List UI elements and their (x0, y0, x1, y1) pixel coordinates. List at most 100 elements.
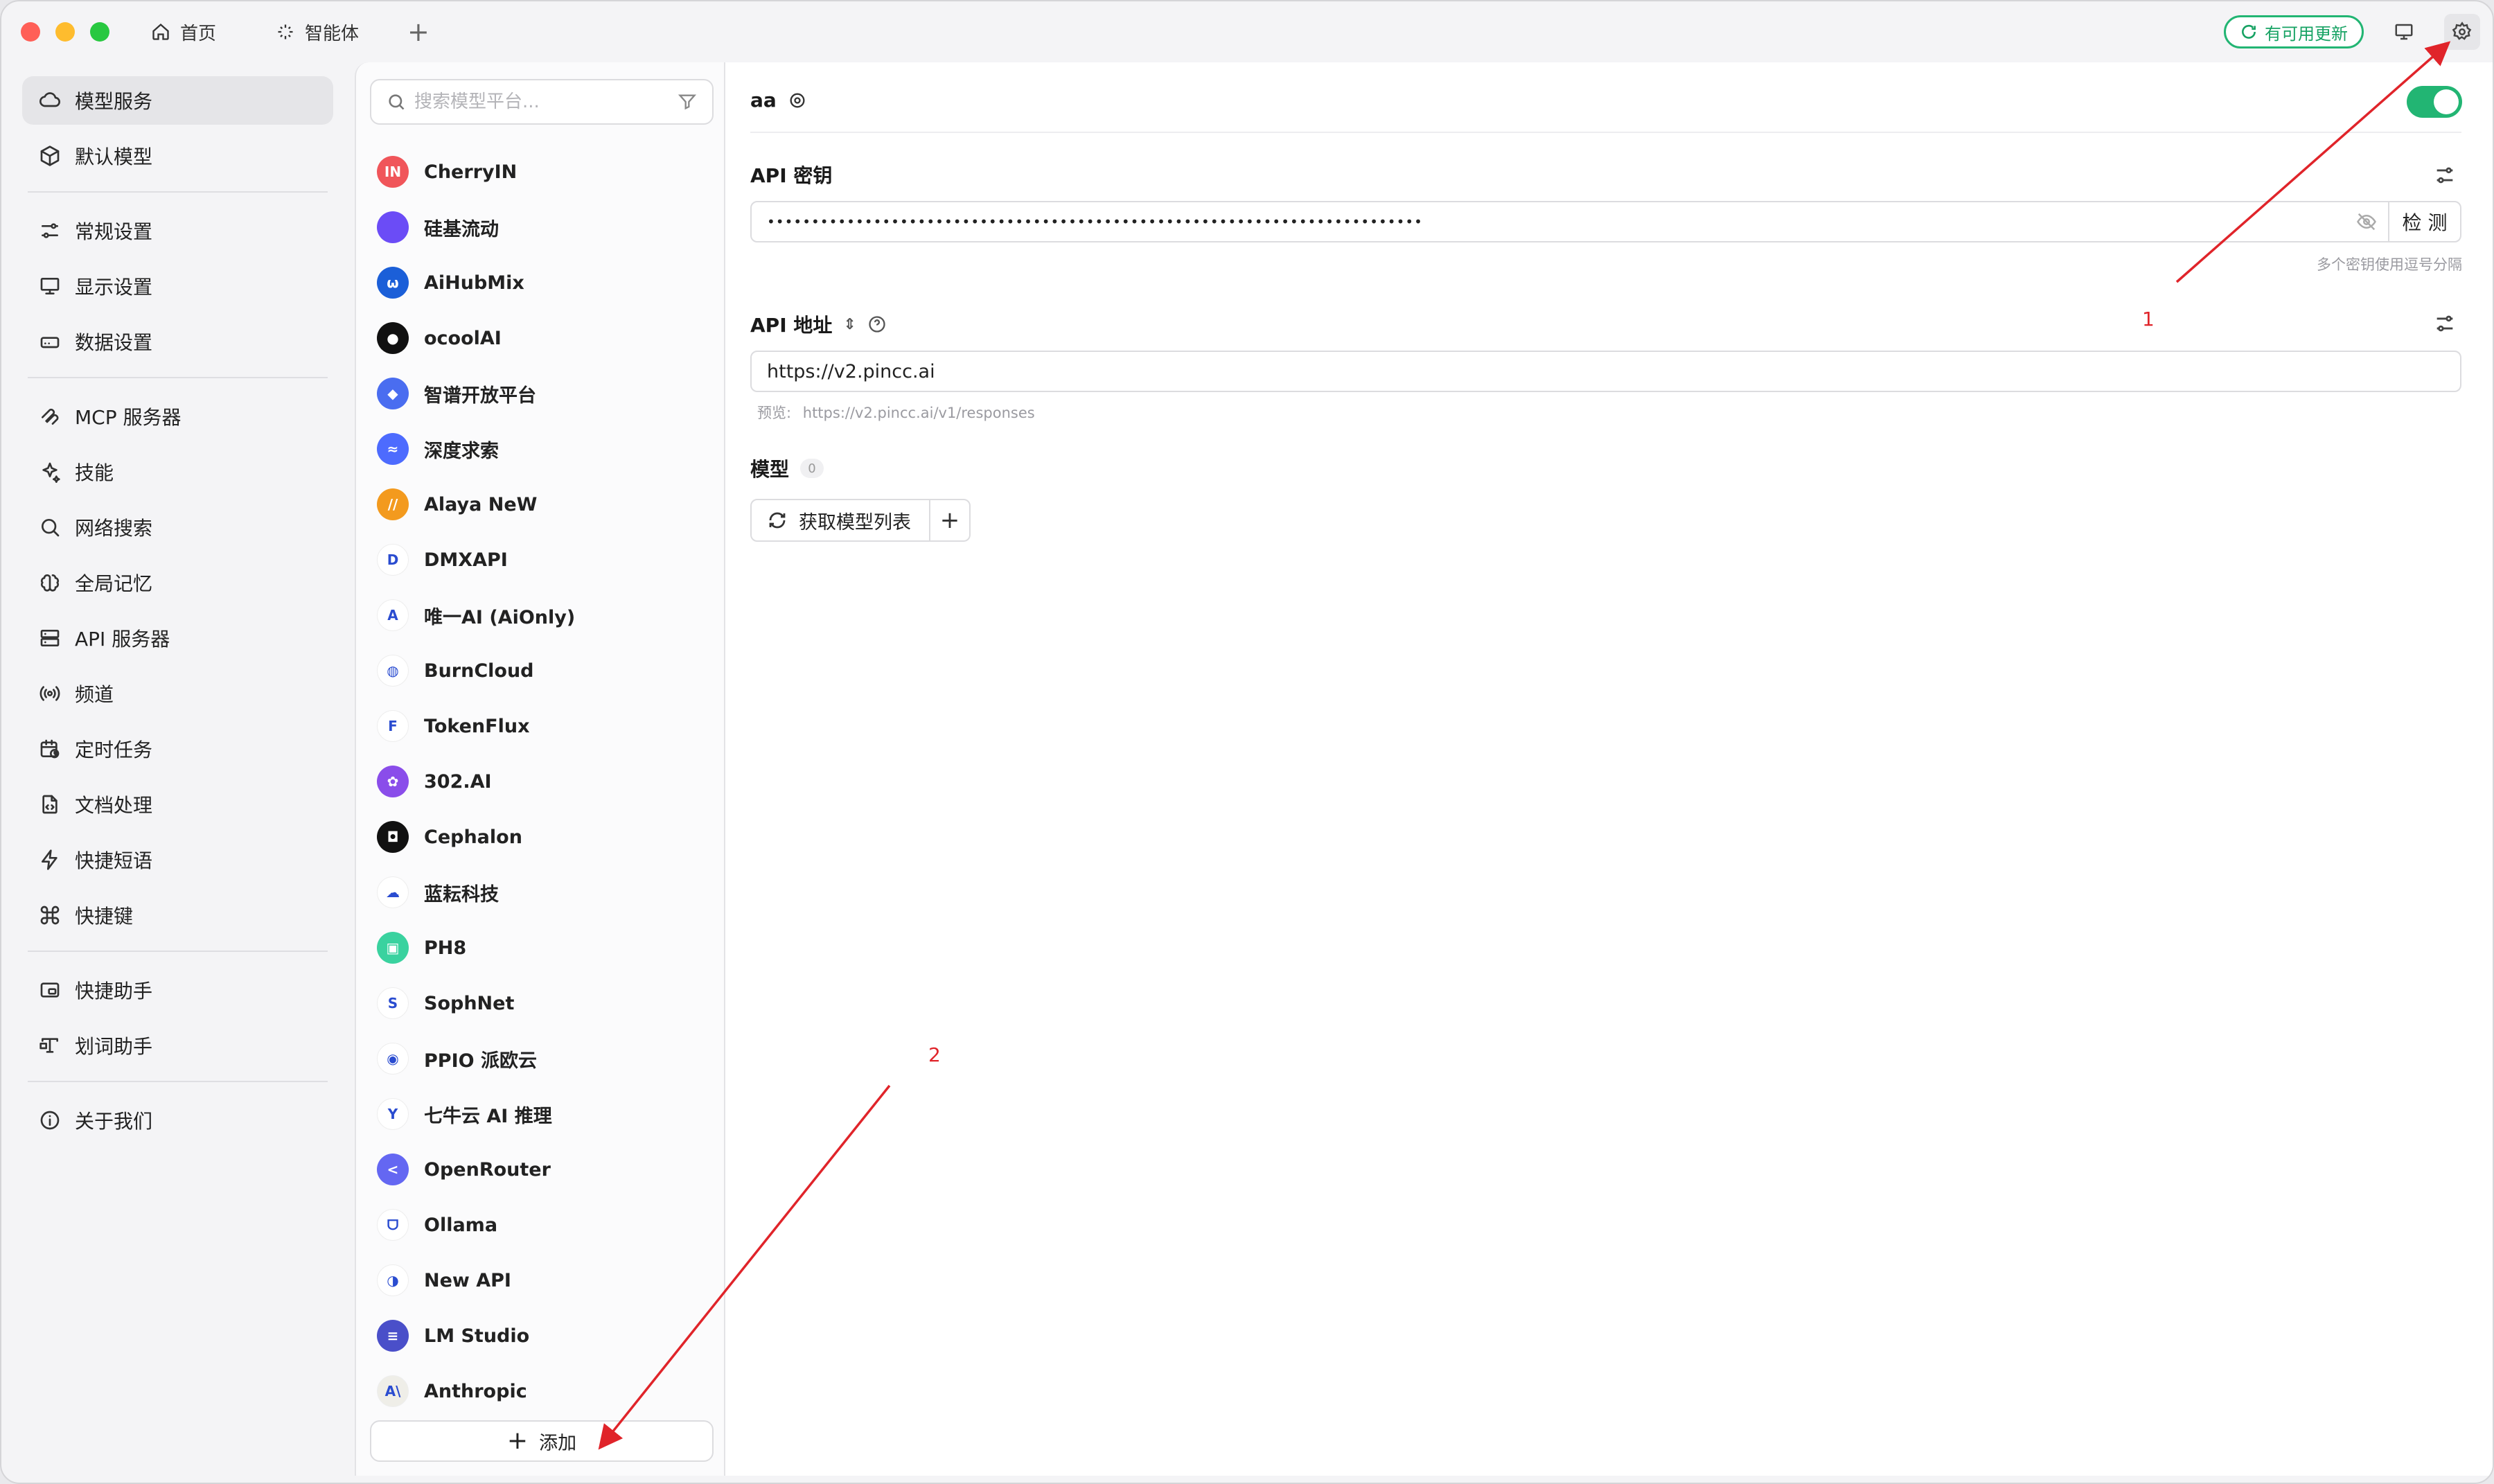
command-icon (40, 906, 60, 925)
check-api-key-button[interactable]: 检 测 (2388, 202, 2460, 241)
help-circle-icon[interactable] (867, 315, 887, 334)
provider-logo-icon: ≈ (377, 433, 409, 465)
zoom-window-button[interactable] (90, 22, 109, 42)
titlebar-actions: 有可用更新 (2224, 14, 2480, 50)
add-provider-button[interactable]: + 添加 (370, 1420, 714, 1462)
settings-button[interactable] (2444, 14, 2480, 50)
sidebar-divider (28, 1081, 328, 1082)
sidebar-item-text-select[interactable]: 划词助手 (22, 1021, 333, 1070)
provider-name: PPIO 派欧云 (424, 1050, 537, 1072)
provider-logo-icon: ≡ (377, 1320, 409, 1352)
provider-item[interactable]: F TokenFlux (377, 698, 709, 754)
home-icon (152, 23, 169, 40)
api-key-settings-icon[interactable] (2433, 164, 2457, 187)
provider-item[interactable]: ▣ PH8 (377, 920, 709, 975)
provider-search-box[interactable] (370, 79, 714, 125)
new-tab-button[interactable]: + (407, 19, 430, 45)
sidebar-item-label: 文档处理 (75, 794, 153, 817)
sidebar-item-cube[interactable]: 默认模型 (22, 132, 333, 180)
provider-item[interactable]: ◉ PPIO 派欧云 (377, 1031, 709, 1086)
annotation-label-1: 1 (2142, 308, 2155, 330)
eye-off-icon[interactable] (2356, 211, 2377, 232)
sidebar-item-info[interactable]: 关于我们 (22, 1096, 333, 1145)
sidebar-item-radio[interactable]: 频道 (22, 669, 333, 718)
sidebar-item-file-code[interactable]: 文档处理 (22, 780, 333, 829)
sidebar-item-sparkles[interactable]: 技能 (22, 448, 333, 496)
sidebar-item-brain[interactable]: 全局记忆 (22, 558, 333, 607)
provider-item[interactable]: < OpenRouter (377, 1142, 709, 1197)
api-url-input[interactable] (752, 352, 2460, 391)
zap-icon (42, 849, 58, 870)
server-icon (40, 630, 60, 646)
provider-search-input[interactable] (414, 91, 669, 112)
provider-name: CherryIN (424, 161, 518, 183)
sidebar-item-label: 关于我们 (75, 1110, 153, 1133)
update-available-button[interactable]: 有可用更新 (2224, 15, 2364, 48)
provider-item[interactable]: ● ocoolAI (377, 310, 709, 366)
sidebar-item-display[interactable]: 显示设置 (22, 262, 333, 310)
fetch-model-list-label: 获取模型列表 (799, 511, 911, 533)
provider-item[interactable]: S SophNet (377, 975, 709, 1031)
sidebar-item-server[interactable]: API 服务器 (22, 614, 333, 662)
provider-item[interactable]: ◆ 智谱开放平台 (377, 366, 709, 421)
sidebar-item-assistant[interactable]: 快捷助手 (22, 966, 333, 1014)
provider-item[interactable]: IN CherryIN (377, 144, 709, 200)
provider-item[interactable]: ≈ 深度求索 (377, 421, 709, 477)
sidebar-item-sliders[interactable]: 常规设置 (22, 206, 333, 255)
tab-home[interactable]: 首页 (151, 19, 216, 45)
sidebar-item-search[interactable]: 网络搜索 (22, 503, 333, 551)
provider-item[interactable]: Y 七牛云 AI 推理 (377, 1086, 709, 1142)
add-provider-label: 添加 (539, 1432, 577, 1454)
sidebar-item-calendar-clock[interactable]: 定时任务 (22, 725, 333, 773)
plus-icon: + (506, 1426, 529, 1455)
provider-enable-toggle[interactable] (2407, 86, 2462, 118)
provider-item[interactable]: ᗜ Ollama (377, 1197, 709, 1253)
monitor-button[interactable] (2386, 14, 2422, 50)
provider-item[interactable]: ω AiHubMix (377, 255, 709, 310)
sidebar-item-cloud[interactable]: 模型服务 (22, 76, 333, 125)
provider-name: 唯一AI (AiOnly) (424, 606, 576, 628)
provider-item[interactable]: ◑ New API (377, 1253, 709, 1308)
provider-item[interactable]: ◘ Cephalon (377, 809, 709, 865)
api-key-input[interactable] (752, 202, 2356, 241)
header-divider (750, 132, 2461, 133)
sidebar-item-label: 常规设置 (75, 220, 153, 243)
provider-item[interactable]: ≡ LM Studio (377, 1308, 709, 1363)
chevron-up-down-icon[interactable]: ⇕ (843, 316, 856, 333)
provider-settings-icon[interactable] (788, 91, 807, 110)
fetch-model-list-button[interactable]: 获取模型列表 (752, 500, 930, 540)
provider-name: DMXAPI (424, 549, 508, 571)
provider-name: 蓝耘科技 (424, 883, 499, 906)
provider-name: BurnCloud (424, 660, 534, 682)
sidebar-item-drive[interactable]: 数据设置 (22, 317, 333, 366)
provider-item[interactable]: // Alaya NeW (377, 477, 709, 532)
sidebar-item-label: 显示设置 (75, 276, 153, 299)
provider-logo-icon: IN (377, 156, 409, 188)
update-label: 有可用更新 (2265, 24, 2348, 44)
provider-title: aa (750, 89, 777, 112)
sidebar-item-zap[interactable]: 快捷短语 (22, 836, 333, 884)
provider-item[interactable]: A\ Anthropic (377, 1363, 709, 1419)
provider-item[interactable]: A 唯一AI (AiOnly) (377, 588, 709, 643)
sidebar-item-command[interactable]: 快捷键 (22, 891, 333, 939)
tab-agents[interactable]: 智能体 (276, 19, 359, 45)
radio-icon (39, 686, 60, 701)
provider-item[interactable]: 硅基流动 (377, 200, 709, 255)
provider-logo-icon: // (377, 488, 409, 520)
provider-item[interactable]: ☁ 蓝耘科技 (377, 865, 709, 920)
provider-item[interactable]: ◍ BurnCloud (377, 643, 709, 698)
api-url-settings-icon[interactable] (2433, 312, 2457, 335)
provider-item[interactable]: D DMXAPI (377, 532, 709, 588)
provider-logo-icon: S (377, 987, 409, 1019)
filter-icon[interactable] (678, 92, 697, 112)
preview-label: 预览: (757, 405, 792, 421)
settings-sidebar: 模型服务默认模型常规设置显示设置数据设置 MCP 服务器 技能网络搜索全局记忆 API… (1, 62, 351, 1483)
provider-item[interactable]: ✿ 302.AI (377, 754, 709, 809)
provider-name: 智谱开放平台 (424, 385, 536, 407)
sidebar-item-label: 默认模型 (75, 145, 153, 168)
add-model-button[interactable]: + (930, 500, 969, 540)
sidebar-item-mcp[interactable]: MCP 服务器 (22, 392, 333, 441)
minimize-window-button[interactable] (55, 22, 75, 42)
close-window-button[interactable] (21, 22, 40, 42)
provider-name: 深度求索 (424, 440, 499, 462)
